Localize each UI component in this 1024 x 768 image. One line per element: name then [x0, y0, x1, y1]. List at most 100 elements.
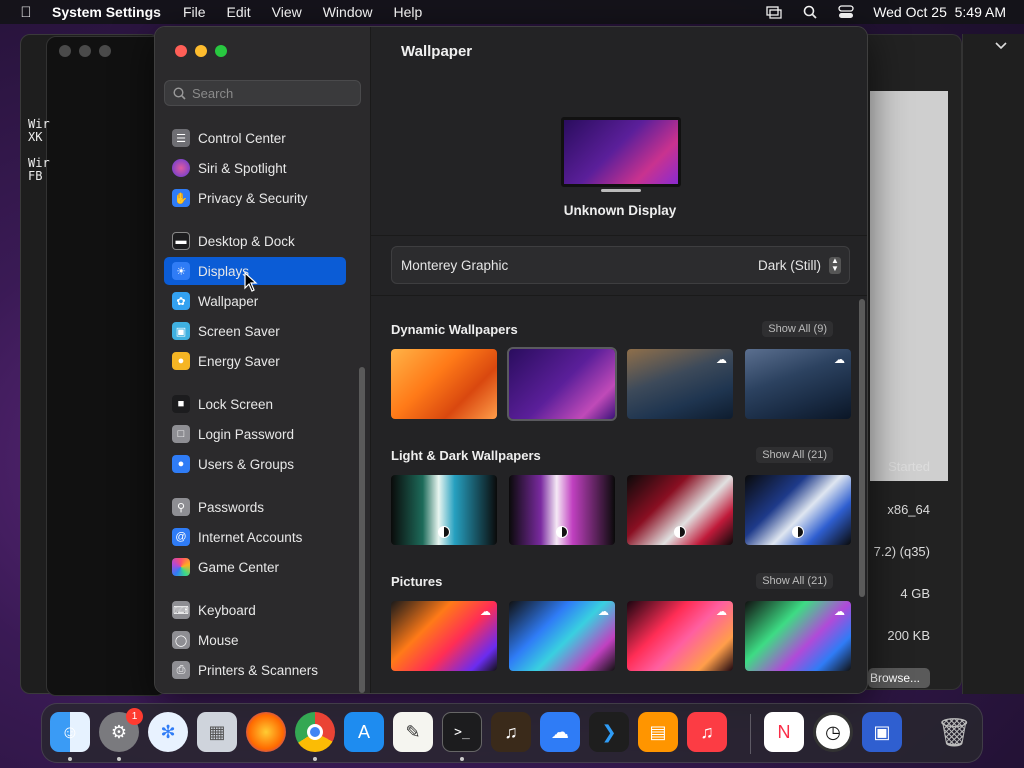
popup-arrows-icon[interactable]: ▲ ▼	[829, 257, 841, 274]
zoom-button[interactable]	[215, 45, 227, 57]
light-dark-icon	[674, 526, 686, 538]
notification-badge: 1	[126, 708, 143, 725]
app-menu[interactable]: System Settings	[52, 4, 161, 20]
show-all-dynamic-button[interactable]: Show All (9)	[762, 321, 833, 337]
search-input[interactable]	[192, 85, 352, 101]
sidebar-item-users-groups[interactable]: ● Users & Groups	[164, 450, 346, 478]
close-button[interactable]	[175, 45, 187, 57]
vm-arch-value: x86_64	[887, 502, 930, 517]
clock-icon[interactable]: ◷	[813, 712, 853, 752]
sidebar-item-game-center[interactable]: Game Center	[164, 553, 346, 581]
garageband-icon[interactable]: ♫	[491, 712, 531, 752]
screen-saver-icon: ▣	[172, 322, 190, 340]
sidebar-item-screen-saver[interactable]: ▣ Screen Saver	[164, 317, 346, 345]
content-scrollbar[interactable]	[859, 299, 865, 597]
wallpaper-thumb[interactable]	[745, 475, 851, 545]
finder-icon[interactable]: ☺	[50, 712, 90, 752]
wallpaper-thumb[interactable]: ☁	[745, 349, 851, 419]
search-field[interactable]	[164, 80, 361, 106]
sidebar-item-label: Energy Saver	[198, 353, 280, 369]
system-settings-icon[interactable]: ⚙ 1	[99, 708, 143, 752]
launchpad-icon[interactable]: ▦	[197, 712, 237, 752]
help-menu[interactable]: Help	[394, 4, 423, 20]
chevron-down-icon[interactable]	[995, 42, 1007, 50]
browse-button[interactable]: Browse...	[868, 668, 930, 688]
sidebar-item-label: Control Center	[198, 130, 286, 146]
trash-icon[interactable]: 🗑	[934, 712, 974, 752]
cloud-download-icon: ☁	[834, 606, 845, 618]
sidebar-item-control-center[interactable]: ☰ Control Center	[164, 124, 346, 152]
sidebar-item-siri-spotlight[interactable]: Siri & Spotlight	[164, 154, 346, 182]
minimize-button[interactable]	[195, 45, 207, 57]
at-icon: @	[172, 528, 190, 546]
firefox-icon[interactable]	[246, 712, 286, 752]
sidebar-item-login-password[interactable]: □ Login Password	[164, 420, 346, 448]
spotlight-search-icon[interactable]	[801, 5, 819, 19]
apple-menu-icon[interactable]: 	[0, 4, 52, 21]
wallpaper-thumb[interactable]: ☁	[391, 601, 497, 671]
wallpaper-thumb-selected[interactable]	[507, 347, 617, 421]
sidebar-item-energy-saver[interactable]: ● Energy Saver	[164, 347, 346, 375]
wallpaper-thumb[interactable]	[391, 475, 497, 545]
sidebar-item-label: Privacy & Security	[198, 190, 308, 206]
wallpaper-thumb[interactable]: ☁	[627, 349, 733, 419]
chrome-icon[interactable]	[295, 712, 335, 752]
divider	[371, 235, 867, 236]
sidebar-item-mouse[interactable]: ◯ Mouse	[164, 626, 346, 654]
show-all-pictures-button[interactable]: Show All (21)	[756, 573, 833, 589]
screen-sharing-icon[interactable]: ▣	[862, 712, 902, 752]
sidebar-item-label: Displays	[198, 263, 250, 279]
cloud-download-icon: ☁	[716, 606, 727, 618]
menubar-clock[interactable]: Wed Oct 25 5:49 AM	[873, 4, 1006, 20]
wallpaper-icon: ✿	[172, 292, 190, 310]
sidebar-item-lock-screen[interactable]: ■ Lock Screen	[164, 390, 346, 418]
terminal-icon[interactable]: >_	[442, 712, 482, 752]
key-icon: ⚲	[172, 498, 190, 516]
game-center-icon	[172, 558, 190, 576]
file-menu[interactable]: File	[183, 4, 206, 20]
vscode-icon[interactable]: ❯	[589, 712, 629, 752]
sidebar-item-label: Users & Groups	[198, 456, 295, 472]
wallpaper-selector[interactable]: Monterey Graphic Dark (Still) ▲ ▼	[391, 246, 850, 284]
show-all-light-dark-button[interactable]: Show All (21)	[756, 447, 833, 463]
desktop-icon: ▬	[172, 232, 190, 250]
safari-icon[interactable]: ✻	[148, 712, 188, 752]
wallpaper-pane: Wallpaper Unknown Display Monterey Graph…	[371, 27, 867, 693]
page-title: Wallpaper	[401, 43, 473, 60]
printer-icon: ⎙	[172, 661, 190, 679]
music-icon[interactable]: ♫	[687, 712, 727, 752]
sidebar-item-desktop-dock[interactable]: ▬ Desktop & Dock	[164, 227, 346, 255]
keyboard-icon: ⌨	[172, 601, 190, 619]
wallpaper-thumb[interactable]: ☁	[627, 601, 733, 671]
wallpaper-thumb[interactable]	[391, 349, 497, 419]
books-icon[interactable]: ▤	[638, 712, 678, 752]
screen-mirroring-icon[interactable]	[765, 5, 783, 19]
sidebar-item-internet-accounts[interactable]: @ Internet Accounts	[164, 523, 346, 551]
news-icon[interactable]: N	[764, 712, 804, 752]
wallpaper-thumb[interactable]	[627, 475, 733, 545]
icloud-icon[interactable]: ☁	[540, 712, 580, 752]
sidebar-item-printers-scanners[interactable]: ⎙ Printers & Scanners	[164, 656, 346, 684]
sidebar-item-keyboard[interactable]: ⌨ Keyboard	[164, 596, 346, 624]
sidebar-item-label: Printers & Scanners	[198, 662, 319, 678]
sidebar-item-label: Game Center	[198, 559, 280, 575]
wallpaper-thumb[interactable]: ☁	[509, 601, 615, 671]
view-menu[interactable]: View	[272, 4, 302, 20]
window-menu[interactable]: Window	[323, 4, 373, 20]
sidebar-item-label: Keyboard	[198, 602, 256, 618]
appearance-mode-popup[interactable]: Dark (Still)	[758, 258, 821, 273]
control-center-menubar-icon[interactable]	[837, 5, 855, 19]
wallpaper-thumb[interactable]: ☁	[745, 601, 851, 671]
wallpaper-thumb[interactable]	[509, 475, 615, 545]
sidebar-item-label: Lock Screen	[198, 396, 274, 412]
edit-menu[interactable]: Edit	[227, 4, 251, 20]
vm-size-value: 200 KB	[887, 628, 930, 643]
sidebar-item-passwords[interactable]: ⚲ Passwords	[164, 493, 346, 521]
sidebar-item-privacy-security[interactable]: ✋ Privacy & Security	[164, 184, 346, 212]
sidebar-scrollbar[interactable]	[359, 367, 365, 693]
mouse-cursor-icon	[244, 272, 258, 292]
textedit-icon[interactable]: ✎	[393, 712, 433, 752]
mouse-icon: ◯	[172, 631, 190, 649]
app-store-icon[interactable]: A	[344, 712, 384, 752]
login-password-icon: □	[172, 425, 190, 443]
